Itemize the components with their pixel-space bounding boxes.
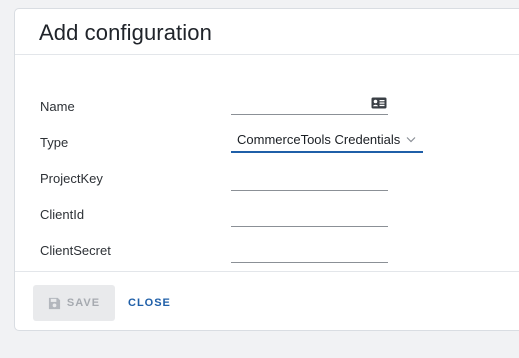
- chevron-down-icon[interactable]: [406, 136, 416, 143]
- dialog-header: Add configuration: [15, 9, 519, 55]
- dialog-footer: SAVE CLOSE: [15, 271, 519, 330]
- dialog-title: Add configuration: [39, 19, 212, 45]
- contact-card-icon: [371, 97, 387, 109]
- project-key-input[interactable]: [231, 165, 388, 190]
- type-select-value: CommerceTools Credentials: [237, 131, 401, 147]
- client-secret-label: ClientSecret: [40, 243, 111, 258]
- add-configuration-dialog: Add configuration Name Type CommerceTool…: [14, 8, 519, 331]
- close-button[interactable]: CLOSE: [128, 285, 171, 321]
- name-label: Name: [40, 99, 75, 114]
- project-key-field[interactable]: [231, 165, 388, 191]
- type-select[interactable]: CommerceTools Credentials: [231, 127, 423, 153]
- client-id-field[interactable]: [231, 201, 388, 227]
- configuration-form: Name Type CommerceTools Credentials Proj…: [15, 55, 519, 271]
- client-secret-input[interactable]: [231, 237, 388, 262]
- save-button[interactable]: SAVE: [33, 285, 115, 321]
- project-key-label: ProjectKey: [40, 171, 103, 186]
- client-id-input[interactable]: [231, 201, 388, 226]
- name-field[interactable]: [231, 89, 388, 115]
- save-icon: [48, 297, 60, 309]
- client-secret-field[interactable]: [231, 237, 388, 263]
- save-button-label: SAVE: [66, 297, 101, 309]
- client-id-label: ClientId: [40, 207, 85, 222]
- type-label: Type: [40, 135, 69, 150]
- name-input[interactable]: [231, 89, 388, 114]
